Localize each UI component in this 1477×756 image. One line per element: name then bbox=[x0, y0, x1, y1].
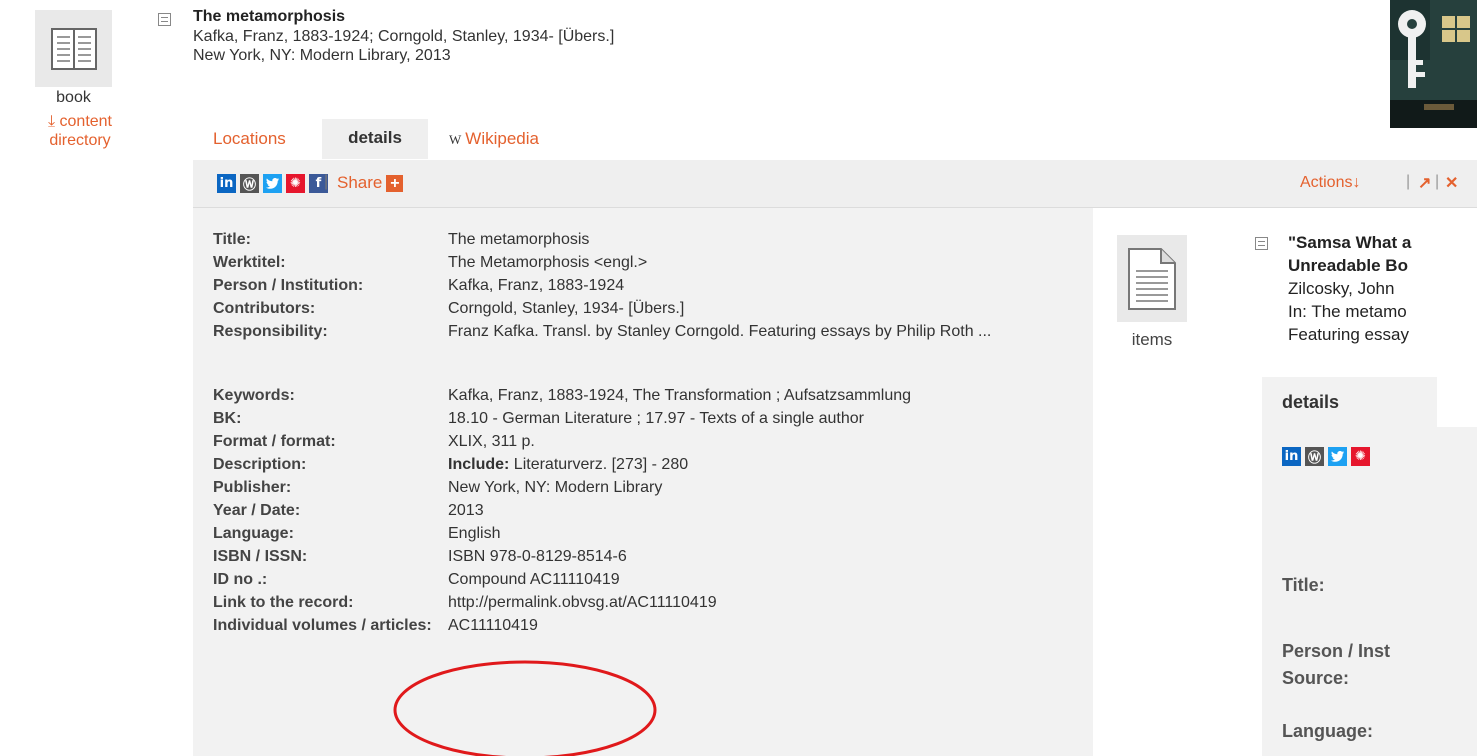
book-type-icon-box[interactable] bbox=[35, 10, 112, 87]
plus-icon: + bbox=[386, 174, 404, 192]
detail-value: English bbox=[448, 525, 501, 542]
detail-value: The Metamorphosis <engl.> bbox=[448, 254, 648, 271]
person-link[interactable]: Kafka, Franz, 1883-1924 bbox=[448, 276, 1068, 295]
detail-value: New York, NY: Modern Library bbox=[448, 479, 663, 496]
detail-label: Contributors: bbox=[213, 300, 316, 317]
detail-label: Werktitel: bbox=[213, 254, 286, 271]
share-button[interactable]: Share + bbox=[337, 173, 404, 193]
record-publication: New York, NY: Modern Library, 2013 bbox=[193, 47, 451, 64]
description-prefix: Include: bbox=[448, 456, 510, 473]
related-title-line1[interactable]: "Samsa What a bbox=[1288, 232, 1411, 254]
linkedin-icon[interactable]: in bbox=[1282, 447, 1301, 466]
related-label-source: Source: bbox=[1282, 668, 1350, 688]
actions-menu[interactable]: Actions↓ bbox=[1300, 174, 1360, 192]
share-icons: in Ⓦ ✺ f bbox=[217, 174, 328, 193]
related-tab-details-label: details bbox=[1282, 392, 1340, 412]
annotation-circle bbox=[393, 660, 657, 756]
list-toggle-icon[interactable] bbox=[158, 13, 171, 26]
detail-label: Description: bbox=[213, 456, 307, 473]
cover-thumbnail[interactable] bbox=[1390, 0, 1477, 128]
download-icon: ⤓ bbox=[47, 113, 56, 130]
description-text: Literaturverz. [273] - 280 bbox=[513, 456, 689, 473]
detail-label: Keywords: bbox=[213, 387, 295, 404]
detail-label: Responsibility: bbox=[213, 323, 328, 340]
related-title-line2[interactable]: Unreadable Bo bbox=[1288, 255, 1408, 277]
twitter-icon[interactable] bbox=[263, 174, 282, 193]
volumes-link[interactable]: AC11110419 bbox=[448, 616, 1068, 635]
related-label-language: Language: bbox=[1282, 721, 1374, 741]
keywords-link[interactable]: Kafka, Franz, 1883-1924, The Transformat… bbox=[448, 386, 1068, 405]
detail-label: Person / Institution: bbox=[213, 277, 364, 294]
detail-value: Compound AC11110419 bbox=[448, 571, 620, 588]
book-icon bbox=[50, 27, 97, 70]
related-in: In: The metamo bbox=[1288, 302, 1407, 321]
actions-label: Actions bbox=[1300, 174, 1353, 191]
detail-label: Title: bbox=[213, 231, 251, 248]
related-share-icons: in Ⓦ ✺ bbox=[1282, 447, 1370, 466]
related-tab-details[interactable]: details bbox=[1262, 377, 1437, 427]
detail-label: Year / Date: bbox=[213, 502, 301, 519]
record-authors: Kafka, Franz, 1883-1924; Corngold, Stanl… bbox=[193, 28, 615, 45]
share-label: Share bbox=[337, 173, 383, 192]
tab-locations[interactable]: Locations bbox=[213, 128, 286, 150]
wikipedia-icon: W bbox=[449, 132, 462, 147]
tab-wikipedia[interactable]: W Wikipedia bbox=[449, 128, 539, 151]
detail-label: ID no .: bbox=[213, 571, 268, 588]
tab-details[interactable]: details bbox=[322, 119, 428, 159]
detail-value: ISBN 978-0-8129-8514-6 bbox=[448, 548, 627, 565]
detail-value: XLIX, 311 p. bbox=[448, 433, 535, 450]
detail-label: Link to the record: bbox=[213, 594, 354, 611]
related-author: Zilcosky, John bbox=[1288, 279, 1395, 298]
items-type-icon-box[interactable] bbox=[1117, 235, 1187, 322]
related-label-title: Title: bbox=[1282, 575, 1325, 595]
detail-label: BK: bbox=[213, 410, 242, 427]
media-type-label: book bbox=[56, 89, 91, 106]
contributor-link[interactable]: Corngold, Stanley, 1934- [Übers.] bbox=[448, 299, 1068, 318]
detail-value: 2013 bbox=[448, 502, 484, 519]
wordpress-icon[interactable]: Ⓦ bbox=[1305, 447, 1324, 466]
content-directory-line2: directory bbox=[49, 132, 111, 149]
detail-value: The metamorphosis bbox=[448, 231, 590, 248]
twitter-icon[interactable] bbox=[1328, 447, 1347, 466]
detail-label: Format / format: bbox=[213, 433, 336, 450]
arrow-down-icon: ↓ bbox=[1352, 174, 1361, 191]
permalink-value[interactable]: http://permalink.obvsg.at/AC11110419 bbox=[448, 593, 1068, 612]
expand-icon[interactable]: ↗ bbox=[1418, 173, 1431, 193]
weibo-icon[interactable]: ✺ bbox=[1351, 447, 1370, 466]
content-directory-line1: content bbox=[59, 113, 112, 130]
tab-wikipedia-label: Wikipedia bbox=[465, 129, 539, 148]
detail-label: Language: bbox=[213, 525, 294, 542]
detail-label: ISBN / ISSN: bbox=[213, 548, 308, 565]
close-icon[interactable]: ✕ bbox=[1445, 173, 1458, 193]
document-icon bbox=[1128, 247, 1176, 310]
detail-value: Include: Literaturverz. [273] - 280 bbox=[448, 455, 1068, 474]
content-directory-link[interactable]: ⤓ content directory bbox=[30, 112, 130, 150]
items-label: items bbox=[1131, 330, 1173, 349]
record-title[interactable]: The metamorphosis bbox=[193, 7, 345, 27]
actions-separator-1: | bbox=[1406, 173, 1411, 190]
list-toggle-icon[interactable] bbox=[1255, 237, 1268, 250]
bk-link[interactable]: 18.10 - German Literature ; 17.97 - Text… bbox=[448, 409, 1068, 428]
detail-value: Franz Kafka. Transl. by Stanley Corngold… bbox=[448, 323, 992, 340]
wordpress-icon[interactable]: Ⓦ bbox=[240, 174, 259, 193]
actions-separator-2: | bbox=[1435, 173, 1440, 190]
detail-label: Publisher: bbox=[213, 479, 292, 496]
related-label-person: Person / Inst bbox=[1282, 641, 1391, 661]
share-separator: | bbox=[324, 173, 329, 190]
linkedin-icon[interactable]: in bbox=[217, 174, 236, 193]
detail-label: Individual volumes / articles: bbox=[213, 617, 432, 634]
related-featuring: Featuring essay bbox=[1288, 325, 1409, 344]
weibo-icon[interactable]: ✺ bbox=[286, 174, 305, 193]
